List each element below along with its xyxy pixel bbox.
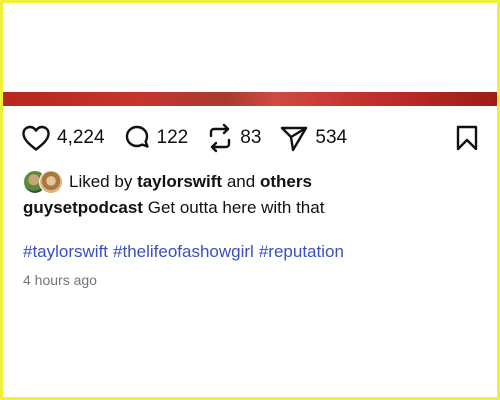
repost-icon — [206, 123, 234, 153]
post-timestamp: 4 hours ago — [23, 272, 97, 288]
hashtag-link[interactable]: #taylorswift — [23, 242, 108, 261]
comment-button[interactable]: 122 — [123, 124, 189, 152]
post-caption: guysetpodcast Get outta here with that — [23, 198, 324, 218]
hashtag-list: #taylorswift #thelifeofashowgirl #reputati… — [23, 242, 349, 262]
liked-by-others-link[interactable]: others — [260, 172, 312, 192]
hashtag-link[interactable]: #reputation — [259, 242, 344, 261]
heart-icon — [21, 124, 51, 152]
repost-count: 83 — [240, 127, 262, 148]
post-media-image[interactable] — [3, 92, 497, 106]
share-count: 534 — [315, 127, 348, 148]
comment-icon — [123, 124, 151, 152]
post-action-bar: 4,224 122 83 534 — [21, 121, 479, 155]
like-count: 4,224 — [57, 127, 105, 148]
avatar — [39, 170, 63, 194]
caption-username-link[interactable]: guysetpodcast — [23, 198, 143, 217]
comment-count: 122 — [156, 127, 189, 148]
like-button[interactable]: 4,224 — [21, 124, 105, 152]
bookmark-icon — [455, 124, 479, 152]
hashtag-link[interactable]: #thelifeofashowgirl — [113, 242, 254, 261]
liked-by-row: Liked by taylorswift and others — [23, 169, 312, 195]
caption-text: Get outta here with that — [147, 198, 325, 217]
repost-button[interactable]: 83 — [206, 123, 261, 153]
liked-by-prefix: Liked by — [69, 172, 133, 191]
share-icon — [279, 124, 309, 152]
save-button[interactable] — [455, 124, 479, 152]
liked-by-username-link[interactable]: taylorswift — [137, 172, 222, 192]
liked-by-connector: and — [226, 172, 256, 191]
liked-by-avatars[interactable] — [23, 170, 65, 194]
share-button[interactable]: 534 — [279, 124, 347, 152]
